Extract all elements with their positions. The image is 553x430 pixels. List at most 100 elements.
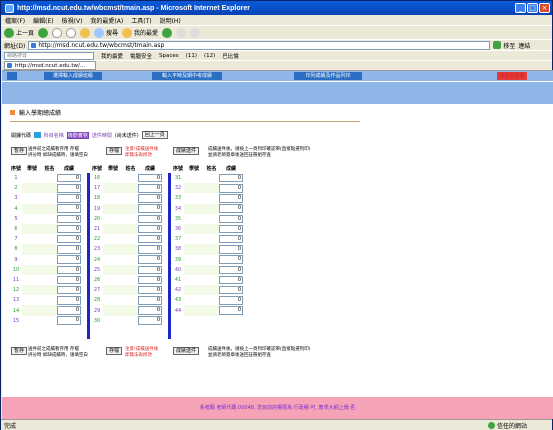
score-input[interactable]: 0 [57,204,81,213]
score-input[interactable]: 0 [219,234,243,244]
menu-tools[interactable]: 工具(T) [131,16,151,25]
home-icon[interactable] [80,27,91,38]
web-search-input[interactable]: 網路搜尋 [4,51,94,60]
minimize-button[interactable]: _ [515,3,526,13]
score-input[interactable]: 0 [219,255,243,264]
links-security[interactable]: 電腦安全 [130,52,152,60]
links-spaces[interactable]: Spaces [159,53,179,59]
stop-icon[interactable] [52,27,63,38]
score-input[interactable]: 0 [219,194,243,203]
search-button[interactable]: 搜尋 [94,27,118,38]
close-button[interactable]: × [539,3,550,13]
security-zone: 信任的網站 [487,421,527,430]
forward-arrow-icon[interactable] [38,27,49,38]
column-divider-2 [168,173,171,339]
score-input[interactable]: 0 [219,204,243,213]
menu-favorites[interactable]: 我的最愛(A) [90,16,123,25]
links-fav[interactable]: 我的最愛 [101,52,123,60]
student-id-cell [22,254,42,265]
history-icon[interactable] [162,27,173,38]
submit-button-top[interactable]: 成績送件 [173,147,200,155]
score-input[interactable]: 0 [138,296,162,305]
score-input[interactable]: 0 [219,245,243,254]
score-input[interactable]: 0 [219,296,243,305]
student-name-cell [204,264,219,275]
footer-bar: 系者願 老師代碼:00048, 您目前的權限為 行政權:可, 教學大網上傳:否 [2,397,553,419]
score-input[interactable]: 0 [219,275,243,285]
score-input[interactable]: 0 [138,306,162,315]
score-input[interactable]: 0 [219,184,243,193]
student-name-cell [123,315,138,326]
score-input[interactable]: 0 [138,194,162,203]
save-note-2-bottom: 評分時 如缺成績時，請填空白 [28,353,88,358]
print-icon[interactable] [190,27,201,38]
score-input[interactable]: 0 [138,316,162,325]
score-input[interactable]: 0 [57,306,81,315]
temp-save-button-bottom[interactable]: 暫存 [11,347,28,355]
score-input[interactable]: 0 [138,255,162,264]
mail-icon[interactable] [176,27,187,38]
temp-save-button-top[interactable]: 暫存 [11,147,28,155]
score-input[interactable]: 0 [57,173,81,183]
score-input[interactable]: 0 [57,224,81,234]
address-input[interactable]: http://msd.ncut.edu.tw/wbcmst/tmain.asp [28,40,491,50]
links-mail[interactable]: (11) [186,53,197,59]
store-button-bottom[interactable]: 存檔 [106,347,123,355]
score-input[interactable]: 0 [57,184,81,193]
nav-home[interactable]: 返回主畫面 [497,72,527,80]
score-input[interactable]: 0 [57,194,81,203]
menu-file[interactable]: 檔案(F) [5,16,25,25]
menu-help[interactable]: 說明(H) [160,16,181,25]
score-input[interactable]: 0 [138,214,162,224]
nav-print[interactable]: 印列成績及作品列印 [294,72,362,80]
links-msn[interactable]: (12) [204,53,215,59]
nav-select-class[interactable]: 選擇輸入成績班級 [44,72,102,80]
score-input[interactable]: 0 [138,224,162,234]
column-divider-1 [87,173,90,339]
score-input[interactable]: 0 [219,285,243,295]
score-input[interactable]: 0 [138,245,162,254]
score-input[interactable]: 0 [138,173,162,183]
score-input[interactable]: 0 [57,285,81,295]
score-input[interactable]: 0 [219,265,243,275]
score-input[interactable]: 0 [57,316,81,325]
row-number: 10 [12,266,20,273]
score-input[interactable]: 0 [138,204,162,213]
star-icon [122,27,133,38]
student-id-cell [22,305,42,316]
score-input[interactable]: 0 [57,255,81,264]
go-button[interactable]: 移至 [493,41,515,50]
student-id-cell [22,285,42,296]
score-input[interactable]: 0 [57,214,81,224]
score-input[interactable]: 0 [138,275,162,285]
submit-button-bottom[interactable]: 成績送件 [173,347,200,355]
menu-view[interactable]: 檢視(V) [62,16,83,25]
links-label[interactable]: 連結 [518,41,530,50]
course-code-value-icon [34,132,41,138]
score-input[interactable]: 0 [138,265,162,275]
score-input[interactable]: 0 [57,234,81,244]
score-input[interactable]: 0 [138,234,162,244]
tab-current[interactable]: http://msd.ncut.edu.tw/... [4,61,96,70]
store-button-top[interactable]: 存檔 [106,147,123,155]
menu-edit[interactable]: 編輯(E) [33,16,53,25]
score-input[interactable]: 0 [219,214,243,224]
score-input[interactable]: 0 [219,173,243,183]
score-input[interactable]: 0 [57,265,81,275]
score-input[interactable]: 0 [138,184,162,193]
score-input[interactable]: 0 [57,296,81,305]
score-input[interactable]: 0 [57,245,81,254]
back-page-button[interactable]: 回上一頁 [141,131,168,139]
maximize-button[interactable]: □ [527,3,538,13]
refresh-icon[interactable] [66,27,77,38]
row-number: 39 [174,256,182,263]
score-input[interactable]: 0 [138,285,162,295]
score-input[interactable]: 0 [57,275,81,285]
favorites-button[interactable]: 我的最愛 [122,27,158,38]
back-button[interactable]: 上一頁 [4,27,34,38]
score-input[interactable]: 0 [219,306,243,315]
score-input[interactable]: 0 [219,224,243,234]
links-yahoo[interactable]: 巴比倫 [222,52,239,60]
header-student-id: 學號 [26,166,37,172]
nav-input-midterm[interactable]: 輸入平時及期中考成績 [152,72,222,80]
